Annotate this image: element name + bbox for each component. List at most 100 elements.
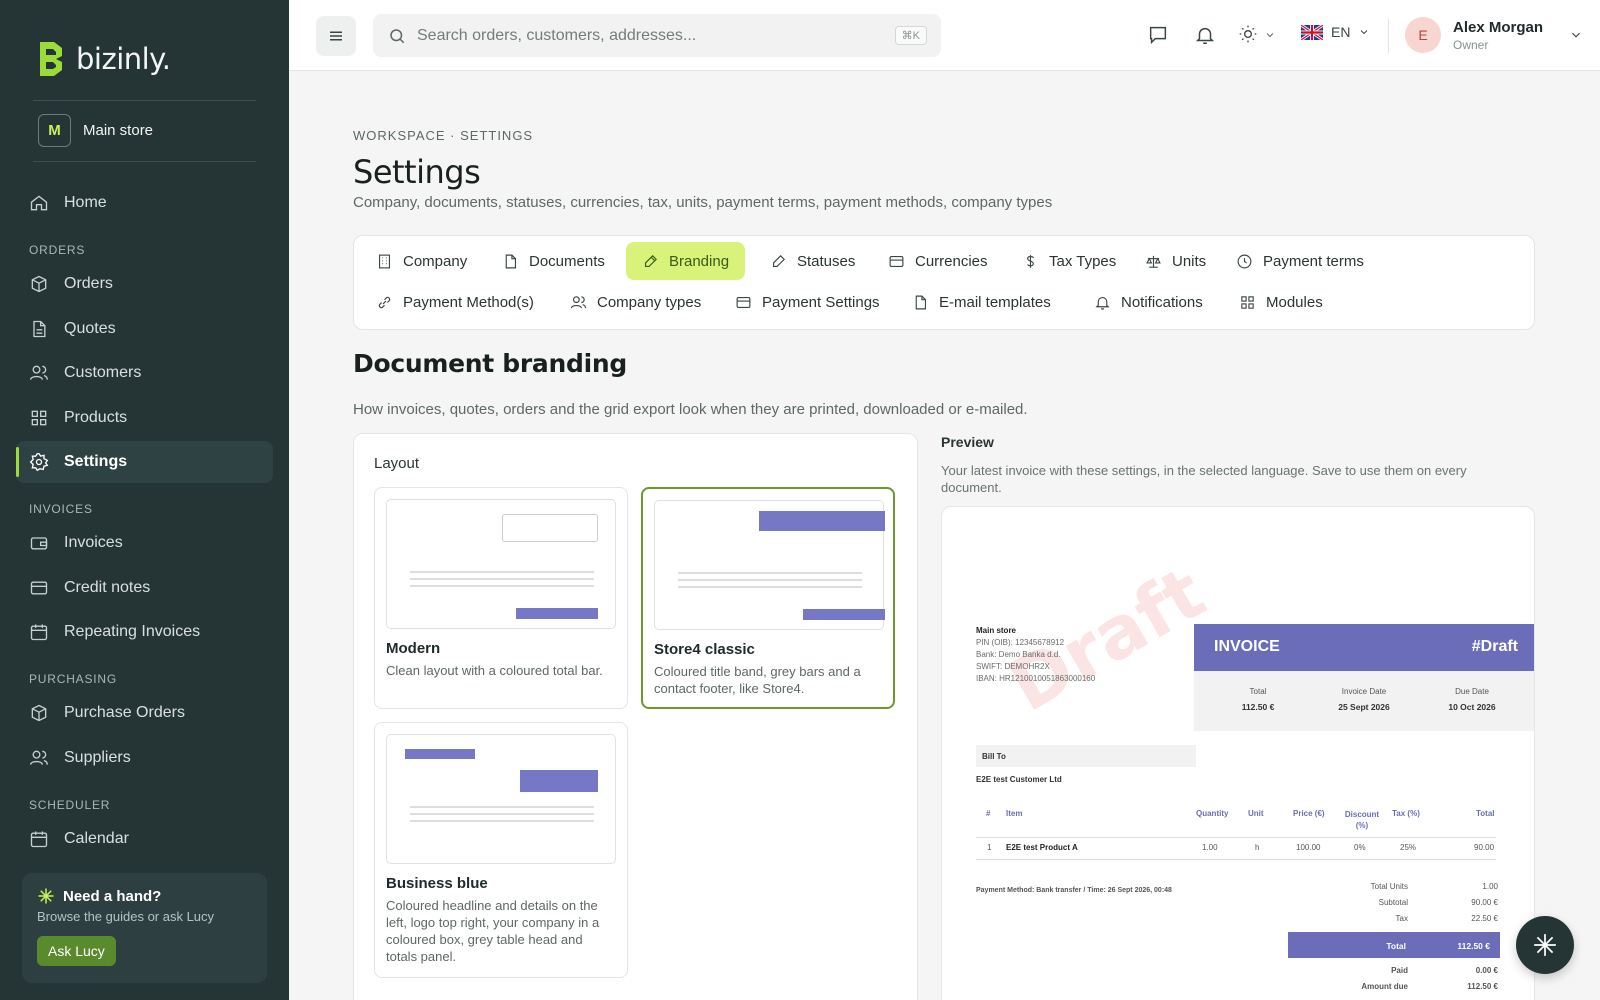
store-avatar: M <box>38 114 71 147</box>
sidebar-item-products[interactable]: Products <box>16 397 273 439</box>
user-role: Owner <box>1453 37 1489 52</box>
sidebar: bizinly. M Main store Home ORDERS Orders… <box>0 0 289 1000</box>
card-icon <box>889 255 904 267</box>
tab-label: Tax Types <box>1049 252 1117 270</box>
tab-tax-types[interactable]: Tax Types <box>1006 242 1132 280</box>
tab-label: Company types <box>597 293 702 311</box>
layout-option-modern[interactable]: Modern Clean layout with a coloured tota… <box>374 487 628 709</box>
tab-modules[interactable]: Modules <box>1223 283 1339 321</box>
nav-section-orders: ORDERS <box>29 243 86 257</box>
sidebar-item-label: Invoices <box>64 534 123 551</box>
ask-lucy-button[interactable]: Ask Lucy <box>37 936 116 966</box>
thumb-bar <box>803 609 885 620</box>
tab-branding[interactable]: Branding <box>626 242 746 280</box>
thumb-bar <box>520 770 598 792</box>
layout-thumbnail <box>386 499 616 629</box>
tab-label: Company <box>403 252 468 270</box>
store-name: Main store <box>83 122 154 139</box>
tab-label: Payment Settings <box>762 293 880 311</box>
tab-payment-terms[interactable]: Payment terms <box>1220 242 1380 280</box>
total-value: 1.00 <box>1482 882 1498 891</box>
cell-tax: 25% <box>1400 843 1417 852</box>
breadcrumb: WORKSPACE · SETTINGS <box>353 128 534 143</box>
col-header: Price (€) <box>1293 809 1325 818</box>
language-selector[interactable]: EN <box>1301 24 1370 40</box>
preview-label: Preview <box>941 434 994 450</box>
sidebar-item-settings[interactable]: Settings <box>16 441 273 483</box>
cell-price: 100.00 <box>1296 843 1321 852</box>
tab-payment-methods[interactable]: Payment Method(s) <box>360 283 550 321</box>
tab-label: E-mail templates <box>939 293 1051 311</box>
building-icon <box>378 254 391 268</box>
meta-label: Total <box>1249 687 1267 696</box>
assistant-fab-button[interactable] <box>1516 916 1574 974</box>
sidebar-divider <box>33 161 256 162</box>
tab-payment-settings[interactable]: Payment Settings <box>719 283 896 321</box>
tab-label: Payment Method(s) <box>403 293 534 311</box>
tab-email-templates[interactable]: E-mail templates <box>896 283 1067 321</box>
total-label: Total <box>1386 941 1406 951</box>
tab-company-types[interactable]: Company types <box>554 283 717 321</box>
home-icon <box>30 195 48 211</box>
sidebar-item-purchase-orders[interactable]: Purchase Orders <box>16 692 273 734</box>
sidebar-item-quotes[interactable]: Quotes <box>16 308 273 350</box>
bell-icon <box>1095 296 1110 309</box>
thumb-line <box>410 806 594 808</box>
page-subtitle: Company, documents, statuses, currencies… <box>353 194 1053 211</box>
tab-documents[interactable]: Documents <box>486 242 621 280</box>
brand-logo[interactable]: bizinly. <box>36 40 171 78</box>
user-menu[interactable]: E Alex Morgan Owner <box>1405 17 1583 53</box>
section-subtitle: How invoices, quotes, orders and the gri… <box>353 401 1028 418</box>
cell-total: 90.00 <box>1474 843 1495 852</box>
bizinly-logo-icon <box>40 42 62 76</box>
search-bar[interactable]: Search orders, customers, addresses... ⌘… <box>373 14 941 57</box>
sidebar-item-label: Purchase Orders <box>64 704 185 721</box>
sidebar-item-orders[interactable]: Orders <box>16 263 273 305</box>
search-input[interactable]: Search orders, customers, addresses... <box>417 27 884 45</box>
layout-option-store4-classic[interactable]: Store4 classic Coloured title band, grey… <box>641 487 895 709</box>
sidebar-item-customers[interactable]: Customers <box>16 352 273 394</box>
users-icon <box>30 365 48 380</box>
tab-currencies[interactable]: Currencies <box>872 242 1004 280</box>
users-icon <box>30 750 48 765</box>
nav-section-scheduler: SCHEDULER <box>29 798 111 812</box>
link-icon <box>378 296 391 308</box>
cell-unit: h <box>1255 843 1260 852</box>
layout-name: Business blue <box>386 875 488 892</box>
tab-label: Currencies <box>915 252 988 270</box>
tab-company[interactable]: Company <box>360 242 483 280</box>
notifications-button[interactable] <box>1194 24 1216 46</box>
tab-label: Units <box>1172 252 1207 270</box>
theme-toggle[interactable] <box>1238 24 1278 46</box>
col-header: Discount (%) <box>1344 810 1380 830</box>
col-header: Tax (%) <box>1392 809 1420 818</box>
sidebar-item-label: Quotes <box>64 320 116 337</box>
sidebar-item-calendar[interactable]: Calendar <box>16 818 273 860</box>
layout-option-business-blue[interactable]: Business blue Coloured headline and deta… <box>374 722 628 978</box>
tab-label: Branding <box>669 252 730 270</box>
sidebar-item-credit-notes[interactable]: Credit notes <box>16 567 273 609</box>
meta-invoice-date: Invoice Date 25 Sept 2026 <box>1314 687 1414 712</box>
tab-notifications[interactable]: Notifications <box>1078 283 1219 321</box>
col-header: Unit <box>1248 809 1264 818</box>
sidebar-item-label: Credit notes <box>64 579 151 596</box>
sidebar-item-invoices[interactable]: Invoices <box>16 522 273 564</box>
from-name: Main store <box>976 626 1017 635</box>
total-value: 22.50 € <box>1471 914 1498 923</box>
tab-statuses[interactable]: Statuses <box>754 242 871 280</box>
sidebar-item-suppliers[interactable]: Suppliers <box>16 737 273 779</box>
messages-button[interactable] <box>1147 24 1169 46</box>
store-switcher[interactable]: M Main store <box>38 114 153 147</box>
meta-label: Invoice Date <box>1341 687 1387 696</box>
page-title: Settings <box>353 153 481 191</box>
menu-toggle-button[interactable] <box>316 16 356 56</box>
calendar-icon <box>30 831 48 848</box>
sidebar-item-repeating-invoices[interactable]: Repeating Invoices <box>16 611 273 653</box>
search-icon <box>390 28 405 43</box>
sidebar-item-home[interactable]: Home <box>16 182 273 224</box>
tab-units[interactable]: Units <box>1129 242 1222 280</box>
col-header: Item <box>1006 809 1023 818</box>
grid-icon <box>31 410 47 426</box>
dollar-icon <box>1027 254 1034 268</box>
tab-label: Notifications <box>1121 293 1203 311</box>
